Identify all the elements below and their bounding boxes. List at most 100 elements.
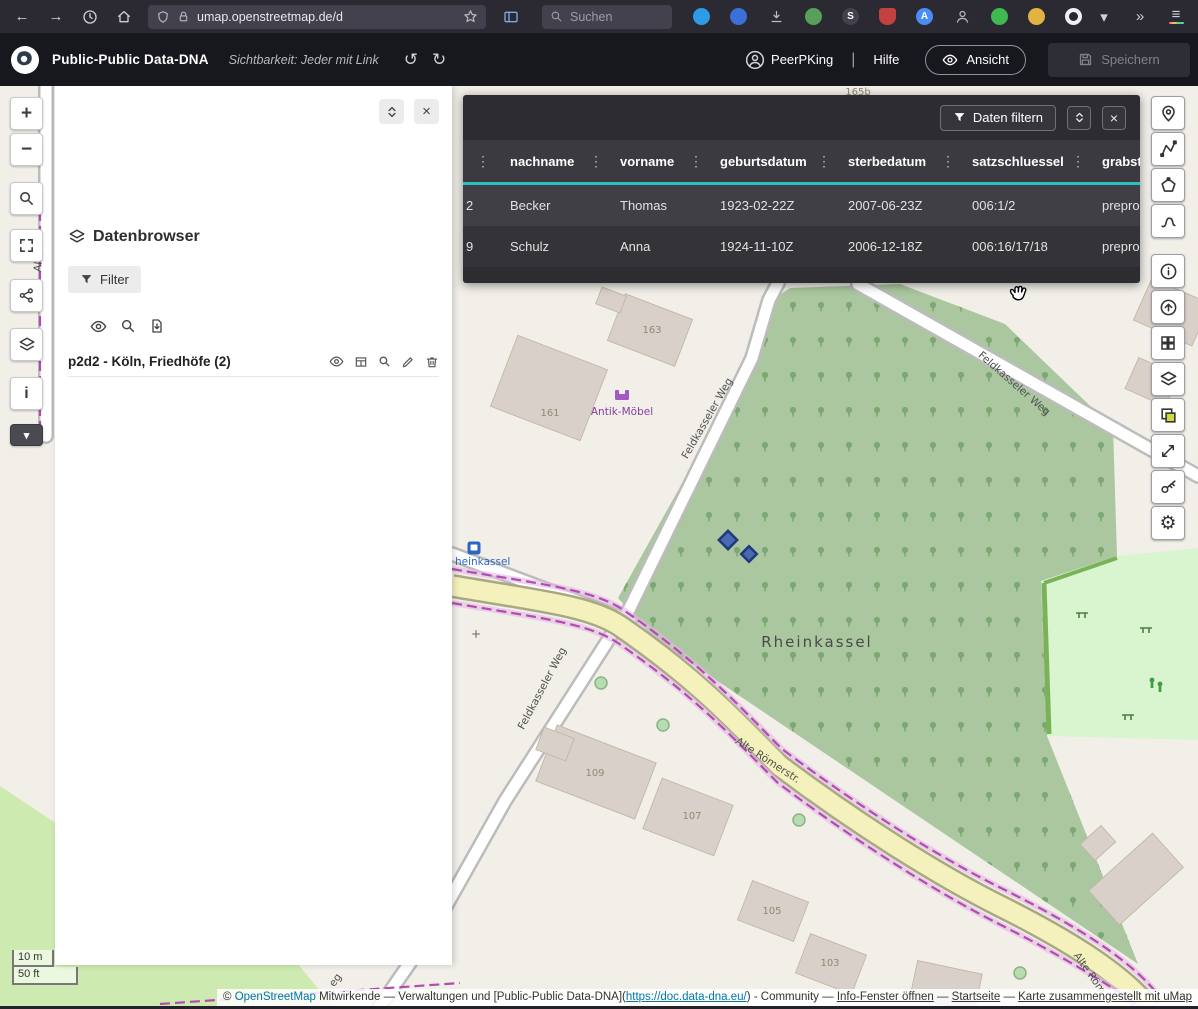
draw-polygon-button[interactable] — [1151, 168, 1185, 202]
column-label: nachname — [510, 154, 574, 169]
layer-delete-button[interactable] — [425, 355, 439, 369]
history-button[interactable] — [76, 4, 104, 30]
table-cell: prepro — [1092, 226, 1140, 267]
filter-button-label: Filter — [100, 272, 129, 287]
table-icon — [354, 355, 368, 369]
layer-edit-button[interactable] — [401, 355, 415, 369]
panel-close-button[interactable]: × — [414, 99, 439, 124]
center-map-button[interactable] — [1151, 434, 1185, 468]
draw-curve-button[interactable] — [1151, 204, 1185, 238]
housenumber: 161 — [540, 408, 559, 419]
table-filter-label: Daten filtern — [973, 110, 1043, 125]
ext-shortcuts-icon[interactable]: S — [842, 8, 859, 25]
table-cell: 006:1/2 — [962, 185, 1092, 226]
layer-table-button[interactable] — [354, 355, 368, 369]
umap-header: Public-Public Data-DNA Sichtbarkeit: Jed… — [0, 33, 1198, 86]
caption-button[interactable]: i — [10, 377, 43, 410]
column-menu-button[interactable]: ⋮ — [939, 153, 957, 170]
sidebar-toggle-button[interactable] — [498, 5, 524, 29]
fullscreen-button[interactable] — [10, 229, 43, 262]
table-filter-button[interactable]: Daten filtern — [940, 105, 1056, 131]
permissions-button[interactable] — [1151, 470, 1185, 504]
datalayer-row[interactable]: p2d2 - Köln, Friedhöfe (2) — [68, 347, 439, 377]
browser-search-bar[interactable]: Suchen — [542, 5, 672, 29]
save-button[interactable]: Speichern — [1048, 43, 1190, 77]
table-close-button[interactable]: × — [1102, 106, 1126, 130]
ext-bluesky-icon[interactable] — [693, 8, 710, 25]
user-avatar-icon[interactable] — [745, 50, 765, 70]
view-button[interactable]: Ansicht — [925, 45, 1026, 75]
housenumber: 107 — [682, 811, 701, 822]
settings-button[interactable]: ⚙ — [1151, 506, 1185, 540]
username[interactable]: PeerPKing — [771, 52, 833, 67]
bus-stop-label: heinkassel — [455, 556, 510, 568]
layers-button[interactable] — [10, 328, 43, 361]
back-button[interactable]: ← — [8, 4, 36, 30]
map-title[interactable]: Public-Public Data-DNA — [52, 52, 209, 67]
caption-link[interactable]: Info-Fenster öffnen — [837, 991, 934, 1003]
map-search-button[interactable] — [10, 182, 43, 215]
ext-keepassxc-icon[interactable] — [805, 8, 822, 25]
ext-containers-icon[interactable] — [730, 8, 747, 25]
column-label: geburtsdatum — [720, 154, 807, 169]
zoom-to-data-button[interactable] — [120, 318, 136, 335]
redo-button[interactable]: ↻ — [432, 50, 446, 70]
table-row[interactable]: 2 Becker Thomas 1923-02-22Z 2007-06-23Z … — [463, 185, 1140, 226]
plus-icon: + — [21, 103, 32, 125]
column-menu-button[interactable]: ⋮ — [587, 153, 605, 170]
address-bar[interactable]: umap.openstreetmap.de/d — [148, 5, 486, 29]
toggle-all-visibility-button[interactable] — [90, 318, 107, 335]
ext-ublock-icon[interactable] — [879, 8, 896, 25]
table-expand-button[interactable] — [1067, 106, 1091, 130]
change-tilelayer-button[interactable] — [1151, 398, 1185, 432]
column-menu-button[interactable]: ⋮ — [687, 153, 705, 170]
osm-link[interactable]: OpenStreetMap — [235, 991, 316, 1003]
home-link[interactable]: Startseite — [952, 991, 1001, 1003]
column-menu-button[interactable]: ⋮ — [1069, 153, 1087, 170]
zoom-out-button[interactable]: − — [10, 133, 43, 166]
column-label: vorname — [620, 154, 674, 169]
browse-data-button[interactable] — [1151, 326, 1185, 360]
table-cell: 2006-12-18Z — [838, 226, 962, 267]
draw-polyline-button[interactable] — [1151, 132, 1185, 166]
ext-green-icon[interactable] — [991, 8, 1008, 25]
layer-zoom-button[interactable] — [378, 355, 391, 368]
extensions-chevron-button[interactable]: ▾ — [1092, 4, 1116, 30]
help-link[interactable]: Hilfe — [873, 52, 899, 67]
home-button[interactable] — [110, 4, 138, 30]
manage-layers-button[interactable] — [1151, 362, 1185, 396]
search-placeholder: Suchen — [570, 10, 612, 24]
ext-github-icon[interactable] — [1065, 8, 1082, 25]
import-data-button[interactable] — [1151, 290, 1185, 324]
download-data-button[interactable] — [149, 318, 165, 335]
filter-button[interactable]: Filter — [68, 266, 141, 293]
downloads-button[interactable] — [767, 4, 785, 30]
column-label: sterbedatum — [848, 154, 926, 169]
column-menu-button[interactable]: ⋮ — [474, 153, 492, 170]
forward-button[interactable]: → — [42, 4, 70, 30]
kebab-icon: ⋮ — [689, 153, 703, 169]
overflow-menu-button[interactable]: » — [1128, 4, 1152, 30]
umap-link[interactable]: Karte zusammengestellt mit uMap — [1018, 991, 1192, 1003]
undo-button[interactable]: ↺ — [404, 50, 418, 70]
column-menu-button[interactable]: ⋮ — [815, 153, 833, 170]
table-cell: Schulz — [500, 226, 610, 267]
account-button[interactable] — [953, 4, 971, 30]
download-icon — [769, 9, 784, 24]
draw-marker-button[interactable] — [1151, 96, 1185, 130]
map-controls: + − i ▾ — [10, 97, 43, 446]
doc-link[interactable]: https://doc.data-dna.eu/ — [626, 991, 747, 1003]
chevron-down-icon: ▾ — [1100, 8, 1108, 26]
zoom-in-button[interactable]: + — [10, 97, 43, 130]
app-menu-button[interactable]: ≡ — [1164, 4, 1188, 30]
gear-icon: ⚙ — [1159, 514, 1176, 533]
share-button[interactable] — [10, 279, 43, 312]
ext-yellow-icon[interactable] — [1028, 8, 1045, 25]
ext-translate-icon[interactable]: A — [916, 8, 933, 25]
table-row[interactable]: 9 Schulz Anna 1924-11-10Z 2006-12-18Z 00… — [463, 226, 1140, 267]
about-button[interactable] — [1151, 254, 1185, 288]
more-controls-button[interactable]: ▾ — [10, 424, 43, 446]
home-icon — [116, 9, 132, 25]
layer-visibility-button[interactable] — [329, 354, 344, 369]
panel-expand-button[interactable] — [379, 99, 404, 124]
